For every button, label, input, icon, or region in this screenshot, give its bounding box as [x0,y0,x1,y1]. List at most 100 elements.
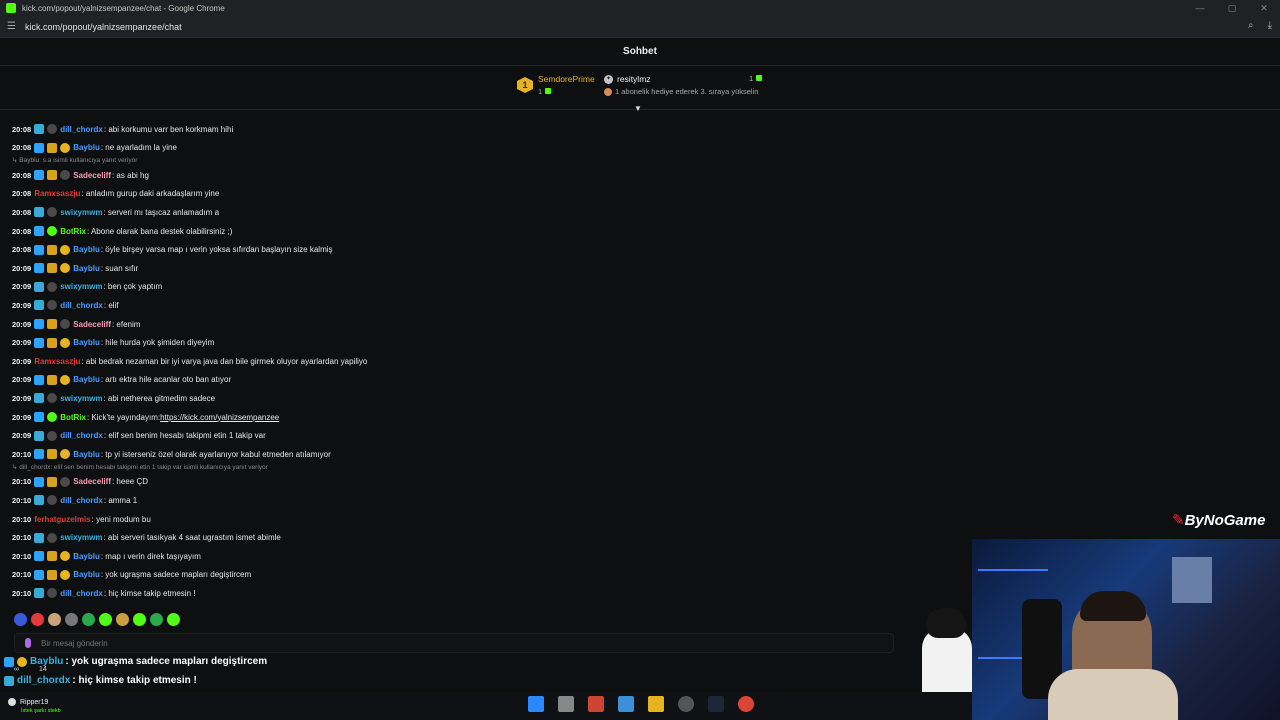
emote-icon[interactable] [48,613,61,626]
chrome-icon[interactable] [738,696,754,712]
obs-icon[interactable] [678,696,694,712]
message-username[interactable]: BotRix [60,227,86,236]
emote-icon[interactable] [99,613,112,626]
chat-title: Sohbet [623,46,657,57]
leaderboard-second-name[interactable]: resitylmz [617,74,651,84]
message-text: : abi netherea gitmedim sadece [103,393,216,403]
overlay-stats: ∞ 14 [14,666,47,673]
message-text: : Abone olarak bana destek olabilirsiniz… [86,226,233,236]
message-text: : artı ektra hile acanlar oto ban atıyor [100,375,232,385]
message-text: : serveri mı taşıcaz anlamadım a [103,207,220,217]
message-text: : abi serveri tasıkyak 4 saat ugrastım i… [103,533,281,543]
message-time: 20:08 [12,124,32,134]
emote-icon[interactable] [133,613,146,626]
maximize-button[interactable]: ▢ [1216,0,1248,16]
message-time: 20:09 [12,393,32,403]
expand-leaderboard-icon[interactable]: ▼ [634,104,642,113]
message-username[interactable]: swixymwm [60,533,102,542]
message-username[interactable]: Sadeceliff [73,477,111,486]
message-username[interactable]: dill_chordx [60,496,103,505]
browser-titlebar: kick.com/popout/yalnizsempanzee/chat - G… [0,0,1280,16]
emote-icon[interactable] [116,613,129,626]
mod-badge-icon [34,244,45,255]
crown-badge-icon [47,319,58,329]
chat-message: 20:10 swixymwm: abi serveri tasıkyak 4 sa… [12,531,281,545]
download-icon[interactable]: ⤓ [1268,20,1272,31]
emote-icon[interactable] [14,613,27,626]
gift-icon [756,75,763,81]
leaderboard-first-name[interactable]: SemdorePrime [538,74,595,84]
windows-start-icon[interactable] [528,696,544,712]
chat-message-input[interactable] [41,638,841,648]
steam-icon[interactable] [708,696,724,712]
message-username[interactable]: dill_chordx [60,431,103,440]
message-username[interactable]: dill_chordx [60,589,103,598]
gold-badge-icon [60,449,71,460]
gift-hint-icon [604,88,612,96]
chat-input-box[interactable] [14,633,894,653]
message-username[interactable]: Bayblu [73,338,100,347]
message-username[interactable]: Bayblu [73,264,100,273]
crown-badge-icon [47,476,58,487]
message-username[interactable]: Bayblu [73,570,100,579]
app-icon[interactable] [588,696,604,712]
overlay-stat-b: 14 [39,666,47,673]
message-time: 20:08 [12,170,32,180]
message-text: : hile hurda yok şimiden diyeyim [100,338,215,348]
message-username[interactable]: Sadeceliff [73,171,111,180]
site-info-icon[interactable]: ☰ [7,21,19,32]
message-username[interactable]: Bayblu [73,450,100,459]
minimize-button[interactable]: — [1184,0,1216,16]
og-badge-icon [47,588,58,599]
message-time: 20:08 [12,143,32,153]
message-username[interactable]: swixymwm [60,394,102,403]
chat-message: 20:09 dill_chordx: elif sen benim hesabı … [12,429,266,443]
message-username[interactable]: dill_chordx [60,125,103,134]
message-time: 20:08 [12,245,32,255]
vip-badge-icon [34,532,45,543]
vip-badge-icon [34,588,45,599]
vip-badge-icon [34,430,45,441]
message-username[interactable]: ferhatguzelmis [34,515,90,524]
og-badge-icon [47,281,58,292]
emote-picker-icon[interactable] [25,638,31,648]
mod-badge-icon [34,226,45,236]
message-username[interactable]: Ramxsaszju [34,357,80,366]
og-badge-icon [47,393,58,404]
message-text: : efenim [111,319,141,329]
message-username[interactable]: dill_chordx [60,301,103,310]
message-username[interactable]: Sadeceliff [73,320,111,329]
message-username[interactable]: swixymwm [60,208,102,217]
emote-icon[interactable] [167,613,180,626]
message-username[interactable]: Bayblu [73,143,100,152]
emote-icon[interactable] [150,613,163,626]
emote-icon[interactable] [82,613,95,626]
message-username[interactable]: BotRix [60,413,86,422]
task-view-icon[interactable] [558,696,574,712]
message-username[interactable]: swixymwm [60,282,102,291]
message-time: 20:10 [12,588,32,598]
mod-badge-icon [34,337,45,348]
file-explorer-icon[interactable] [648,696,664,712]
message-link[interactable]: https://kick.com/yalnizsempanzee [160,413,279,422]
zoom-search-icon[interactable]: ⌕ [1248,20,1254,31]
url-text[interactable]: kick.com/popout/yalnizsempanzee/chat [25,22,182,32]
quick-emote-bar [14,613,180,626]
message-text: : abi bedrak nezaman bir iyi varya java … [81,356,368,366]
overlay-text: : yok ugraşma sadece mapları degiştircem [65,656,268,667]
webcam-feed [972,539,1280,720]
message-username[interactable]: Bayblu [73,552,100,561]
message-username[interactable]: Bayblu [73,375,100,384]
message-username[interactable]: Ramxsaszju [34,189,80,198]
message-time: 20:09 [12,263,32,273]
message-username[interactable]: Bayblu [73,245,100,254]
chat-message: 20:08 swixymwm: serveri mı taşıcaz anlama… [12,205,219,219]
emote-icon[interactable] [65,613,78,626]
photos-icon[interactable] [618,696,634,712]
crown-badge-icon [47,551,58,562]
close-button[interactable]: ✕ [1248,0,1280,16]
emote-icon[interactable] [31,613,44,626]
chat-message: 20:10 Bayblu: map ı verin direk taşıyayım [12,549,201,563]
poster [1172,557,1212,603]
chat-message: 20:09 Bayblu: artı ektra hile acanlar oto… [12,373,231,387]
